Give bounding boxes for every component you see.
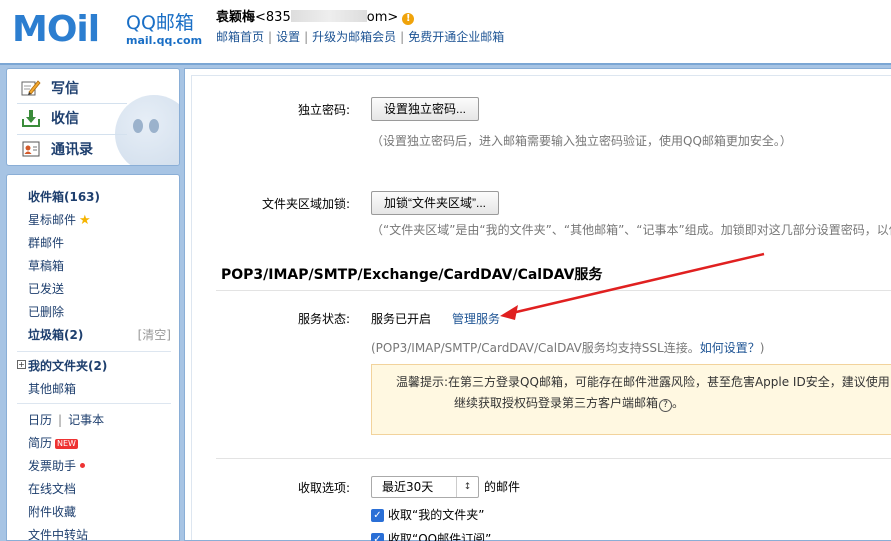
receive-my-folders-label: 收取“我的文件夹”: [388, 508, 485, 522]
calendar-notes-row: 日历 | 记事本: [28, 413, 105, 427]
folder-starred[interactable]: 星标邮件 ★: [28, 212, 91, 229]
user-name: 袁颖梅: [216, 10, 256, 25]
pwd-hint: （设置独立密码后，进入邮箱需要输入独立密码验证，使用QQ邮箱更加安全。）: [371, 134, 792, 148]
spam-clear-link[interactable]: [清空]: [138, 327, 171, 343]
link-mail-home[interactable]: 邮箱首页: [216, 30, 264, 44]
warning-icon[interactable]: !: [402, 13, 415, 25]
pencil-note-icon: [21, 79, 41, 97]
link-upgrade-member[interactable]: 升级为邮箱会员: [312, 30, 396, 44]
expand-icon[interactable]: +: [17, 360, 26, 369]
folder-inbox[interactable]: 收件箱(163): [28, 189, 100, 205]
contacts-button[interactable]: 通讯录: [21, 138, 93, 160]
user-email-suffix: om>: [366, 10, 399, 25]
email-redaction: [290, 10, 367, 22]
resume-label: 简历: [28, 436, 53, 450]
warning-label: 温馨提示:: [396, 375, 449, 389]
section-title: POP3/IMAP/SMTP/Exchange/CardDAV/CalDAV服务: [221, 267, 603, 283]
logo-url: mail.qq.com: [126, 34, 203, 47]
new-badge: NEW: [55, 439, 78, 449]
recv-suffix: 的邮件: [484, 480, 521, 494]
contacts-label: 通讯录: [51, 142, 93, 158]
folder-sent[interactable]: 已发送: [28, 281, 64, 297]
folder-starred-label: 星标邮件: [28, 213, 77, 227]
link-enterprise-mail[interactable]: 免费开通企业邮箱: [408, 30, 504, 44]
how-to-setup-link[interactable]: 如何设置？: [700, 341, 760, 355]
folder-other-mailboxes[interactable]: 其他邮箱: [28, 381, 76, 397]
compose-panel: 写信 收信 通讯录: [6, 68, 180, 166]
receive-subscriptions-option[interactable]: ✓ 收取“QQ邮件订阅”: [371, 531, 491, 541]
recv-label: 收取选项:: [297, 481, 350, 495]
warning-line-1: 在第三方登录QQ邮箱，可能存在邮件泄露风险，甚至危害Apple ID安全，建议使…: [448, 375, 890, 389]
ssl-hint: (POP3/IMAP/SMTP/CardDAV/CalDAV服务均支持SSL连接…: [371, 341, 765, 355]
receive-range-value: 最近30天: [382, 480, 434, 494]
pwd-label: 独立密码:: [297, 103, 350, 117]
folder-drafts[interactable]: 草稿箱: [28, 258, 64, 274]
manage-service-link[interactable]: 管理服务: [452, 311, 500, 327]
link-calendar[interactable]: 日历: [28, 413, 52, 427]
address-book-icon: [21, 140, 41, 158]
inbox-download-icon: [21, 109, 41, 127]
header: MOil QQ邮箱 mail.qq.com 袁颖梅<835 om>! 邮箱首页 | 设…: [0, 0, 891, 64]
receive-my-folders-option[interactable]: ✓ 收取“我的文件夹”: [371, 507, 484, 523]
lock-folders-button[interactable]: 加锁“文件夹区域”...: [371, 191, 499, 215]
receive-subscriptions-label: 收取“QQ邮件订阅”: [388, 532, 492, 541]
folder-group[interactable]: 群邮件: [28, 235, 64, 251]
link-online-docs[interactable]: 在线文档: [28, 481, 76, 497]
checkbox-checked-icon[interactable]: ✓: [371, 508, 384, 522]
set-password-button[interactable]: 设置独立密码...: [371, 97, 480, 121]
checkbox-checked-icon[interactable]: ✓: [371, 532, 384, 541]
invoice-label: 发票助手: [28, 459, 77, 473]
link-resume[interactable]: 简历 NEW: [28, 435, 78, 451]
link-file-transfer[interactable]: 文件中转站: [28, 527, 88, 541]
folder-my-folders[interactable]: 我的文件夹(2): [28, 358, 107, 374]
lock-hint: （“文件夹区域”是由“我的文件夹”、“其他邮箱”、“记事本”组成。加锁即对这几部…: [371, 223, 891, 237]
qq-mail-logo[interactable]: MOil QQ邮箱 mail.qq.com: [10, 8, 203, 52]
penguin-watermark: [115, 95, 179, 165]
status-label: 服务状态:: [297, 312, 350, 326]
notification-dot: [80, 463, 86, 468]
link-attachments[interactable]: 附件收藏: [28, 504, 76, 520]
updown-arrow-icon: ↕: [456, 477, 478, 497]
receive-range-select[interactable]: 最近30天 ↕: [371, 476, 479, 498]
folder-deleted[interactable]: 已删除: [28, 304, 64, 320]
warning-line-2: 继续获取授权码登录第三方客户端邮箱: [454, 396, 659, 410]
compose-button[interactable]: 写信: [21, 77, 79, 99]
top-links: 邮箱首页 | 设置 | 升级为邮箱会员 | 免费开通企业邮箱: [216, 30, 505, 44]
star-icon: ★: [79, 213, 91, 228]
user-info: 袁颖梅<835 om>!: [216, 10, 415, 26]
warning-box: 温馨提示:在第三方登录QQ邮箱，可能存在邮件泄露风险，甚至危害Apple ID安…: [371, 364, 891, 435]
compose-label: 写信: [51, 81, 79, 97]
user-email-prefix: <835: [255, 10, 291, 25]
sidebar: 写信 收信 通讯录 收件箱(163) 星标邮件 ★ 群邮件 草稿箱 已发送 已删除…: [6, 68, 180, 541]
folder-spam[interactable]: 垃圾箱(2): [28, 327, 83, 343]
link-settings[interactable]: 设置: [276, 30, 300, 44]
logo-word: MOil: [12, 9, 100, 50]
link-notes[interactable]: 记事本: [68, 413, 104, 427]
logo-brand: QQ邮箱: [126, 12, 194, 34]
link-invoice-assistant[interactable]: 发票助手: [28, 458, 86, 474]
service-status: 服务已开启: [371, 312, 432, 326]
help-icon[interactable]: ?: [659, 399, 673, 412]
folder-list: 收件箱(163) 星标邮件 ★ 群邮件 草稿箱 已发送 已删除 垃圾箱(2) [清…: [6, 174, 180, 541]
receive-label: 收信: [51, 111, 79, 127]
lock-label: 文件夹区域加锁:: [261, 197, 350, 211]
receive-button[interactable]: 收信: [21, 107, 79, 129]
